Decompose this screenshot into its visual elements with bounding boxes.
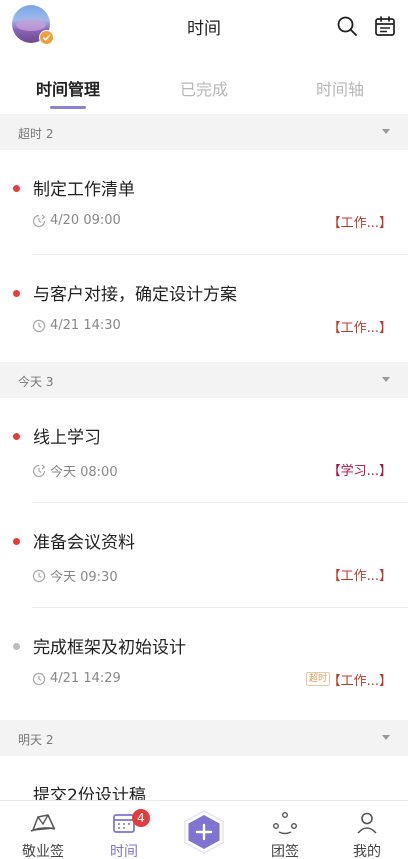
nav-item-time[interactable]: 时间 bbox=[84, 801, 164, 859]
task-time: 4/21 14:30 bbox=[50, 318, 121, 333]
section-label: 明天 2 bbox=[18, 733, 54, 747]
collapse-caret-icon bbox=[382, 129, 390, 134]
task-title: 准备会议资料 bbox=[33, 533, 135, 553]
task-category: 【学习...】 bbox=[327, 464, 392, 479]
task-category: 【工作...】 bbox=[327, 216, 392, 231]
task-title: 与客户对接，确定设计方案 bbox=[33, 285, 237, 305]
task-item[interactable]: 提交2份设计稿 bbox=[0, 756, 408, 800]
task-time: 4/20 09:00 bbox=[50, 213, 121, 228]
task-title: 线上学习 bbox=[33, 428, 101, 448]
task-item[interactable]: 线上学习 今天 08:00 【学习...】 bbox=[0, 398, 408, 503]
search-button[interactable] bbox=[335, 14, 359, 38]
task-title: 提交2份设计稿 bbox=[33, 786, 146, 800]
clock-icon bbox=[32, 672, 46, 685]
active-tab-indicator bbox=[50, 106, 86, 109]
task-time: 今天 08:00 bbox=[50, 465, 118, 480]
task-time-row: 4/21 14:30 bbox=[32, 318, 121, 333]
plus-icon bbox=[184, 810, 224, 854]
priority-dot-icon bbox=[13, 290, 20, 297]
priority-dot-icon bbox=[13, 185, 20, 192]
tab-label: 已完成 bbox=[179, 80, 228, 99]
nav-label: 我的 bbox=[353, 844, 381, 859]
top-header: 时间 bbox=[0, 0, 408, 56]
repeat-clock-icon bbox=[32, 464, 46, 477]
nav-label: 团签 bbox=[271, 844, 299, 859]
task-category: 【工作...】 bbox=[327, 569, 392, 584]
section-header-tomorrow[interactable]: 明天 2 bbox=[0, 720, 408, 756]
team-icon bbox=[273, 812, 298, 835]
nav-label: 时间 bbox=[110, 844, 138, 859]
overdue-badge: 超时 bbox=[305, 672, 330, 686]
task-category: 【工作...】 bbox=[327, 321, 392, 336]
task-time: 4/21 14:29 bbox=[50, 671, 121, 686]
section-label: 今天 3 bbox=[18, 375, 54, 389]
section-label: 超时 2 bbox=[18, 127, 54, 141]
task-item[interactable]: 制定工作清单 4/20 09:00 【工作...】 bbox=[0, 150, 408, 255]
collapse-caret-icon bbox=[382, 735, 390, 740]
priority-dot-icon bbox=[13, 538, 20, 545]
task-title: 完成框架及初始设计 bbox=[33, 638, 186, 658]
section-header-today[interactable]: 今天 3 bbox=[0, 362, 408, 398]
nav-item-mine[interactable]: 我的 bbox=[327, 801, 407, 859]
calendar-button[interactable] bbox=[373, 14, 397, 38]
nav-item-jingyeqian[interactable]: 敬业签 bbox=[3, 801, 83, 859]
search-icon bbox=[337, 16, 357, 36]
task-item[interactable]: 与客户对接，确定设计方案 4/21 14:30 【工作...】 bbox=[0, 255, 408, 360]
priority-dot-icon bbox=[13, 643, 20, 650]
task-time: 今天 09:30 bbox=[50, 570, 118, 585]
nav-label: 敬业签 bbox=[22, 844, 64, 859]
repeat-clock-icon bbox=[32, 214, 46, 227]
tab-label: 时间管理 bbox=[35, 80, 100, 99]
calendar-icon bbox=[375, 16, 395, 36]
cloud-note-icon bbox=[30, 814, 56, 832]
clock-icon bbox=[32, 569, 46, 582]
tab-bar: 时间管理 已完成 时间轴 bbox=[0, 56, 408, 114]
section-header-overdue[interactable]: 超时 2 bbox=[0, 114, 408, 150]
task-time-row: 4/21 14:29 bbox=[32, 671, 121, 686]
tab-label: 时间轴 bbox=[315, 80, 364, 99]
task-category: 【工作...】 bbox=[327, 674, 392, 689]
collapse-caret-icon bbox=[382, 377, 390, 382]
add-task-button[interactable] bbox=[182, 810, 226, 854]
task-time-row: 今天 08:00 bbox=[32, 461, 118, 480]
task-item[interactable]: 完成框架及初始设计 4/21 14:29 超时 【工作...】 bbox=[0, 608, 408, 713]
task-time-row: 今天 09:30 bbox=[32, 566, 118, 585]
tab-time-management[interactable]: 时间管理 bbox=[0, 56, 136, 114]
task-item[interactable]: 准备会议资料 今天 09:30 【工作...】 bbox=[0, 503, 408, 608]
person-icon bbox=[357, 812, 377, 834]
nav-item-team[interactable]: 团签 bbox=[245, 801, 325, 859]
notification-badge: 4 bbox=[132, 809, 150, 827]
tab-timeline[interactable]: 时间轴 bbox=[272, 56, 408, 114]
task-time-row: 4/20 09:00 bbox=[32, 213, 121, 228]
clock-icon bbox=[32, 319, 46, 332]
priority-dot-icon bbox=[13, 433, 20, 440]
task-title: 制定工作清单 bbox=[33, 180, 135, 200]
tab-completed[interactable]: 已完成 bbox=[136, 56, 272, 114]
